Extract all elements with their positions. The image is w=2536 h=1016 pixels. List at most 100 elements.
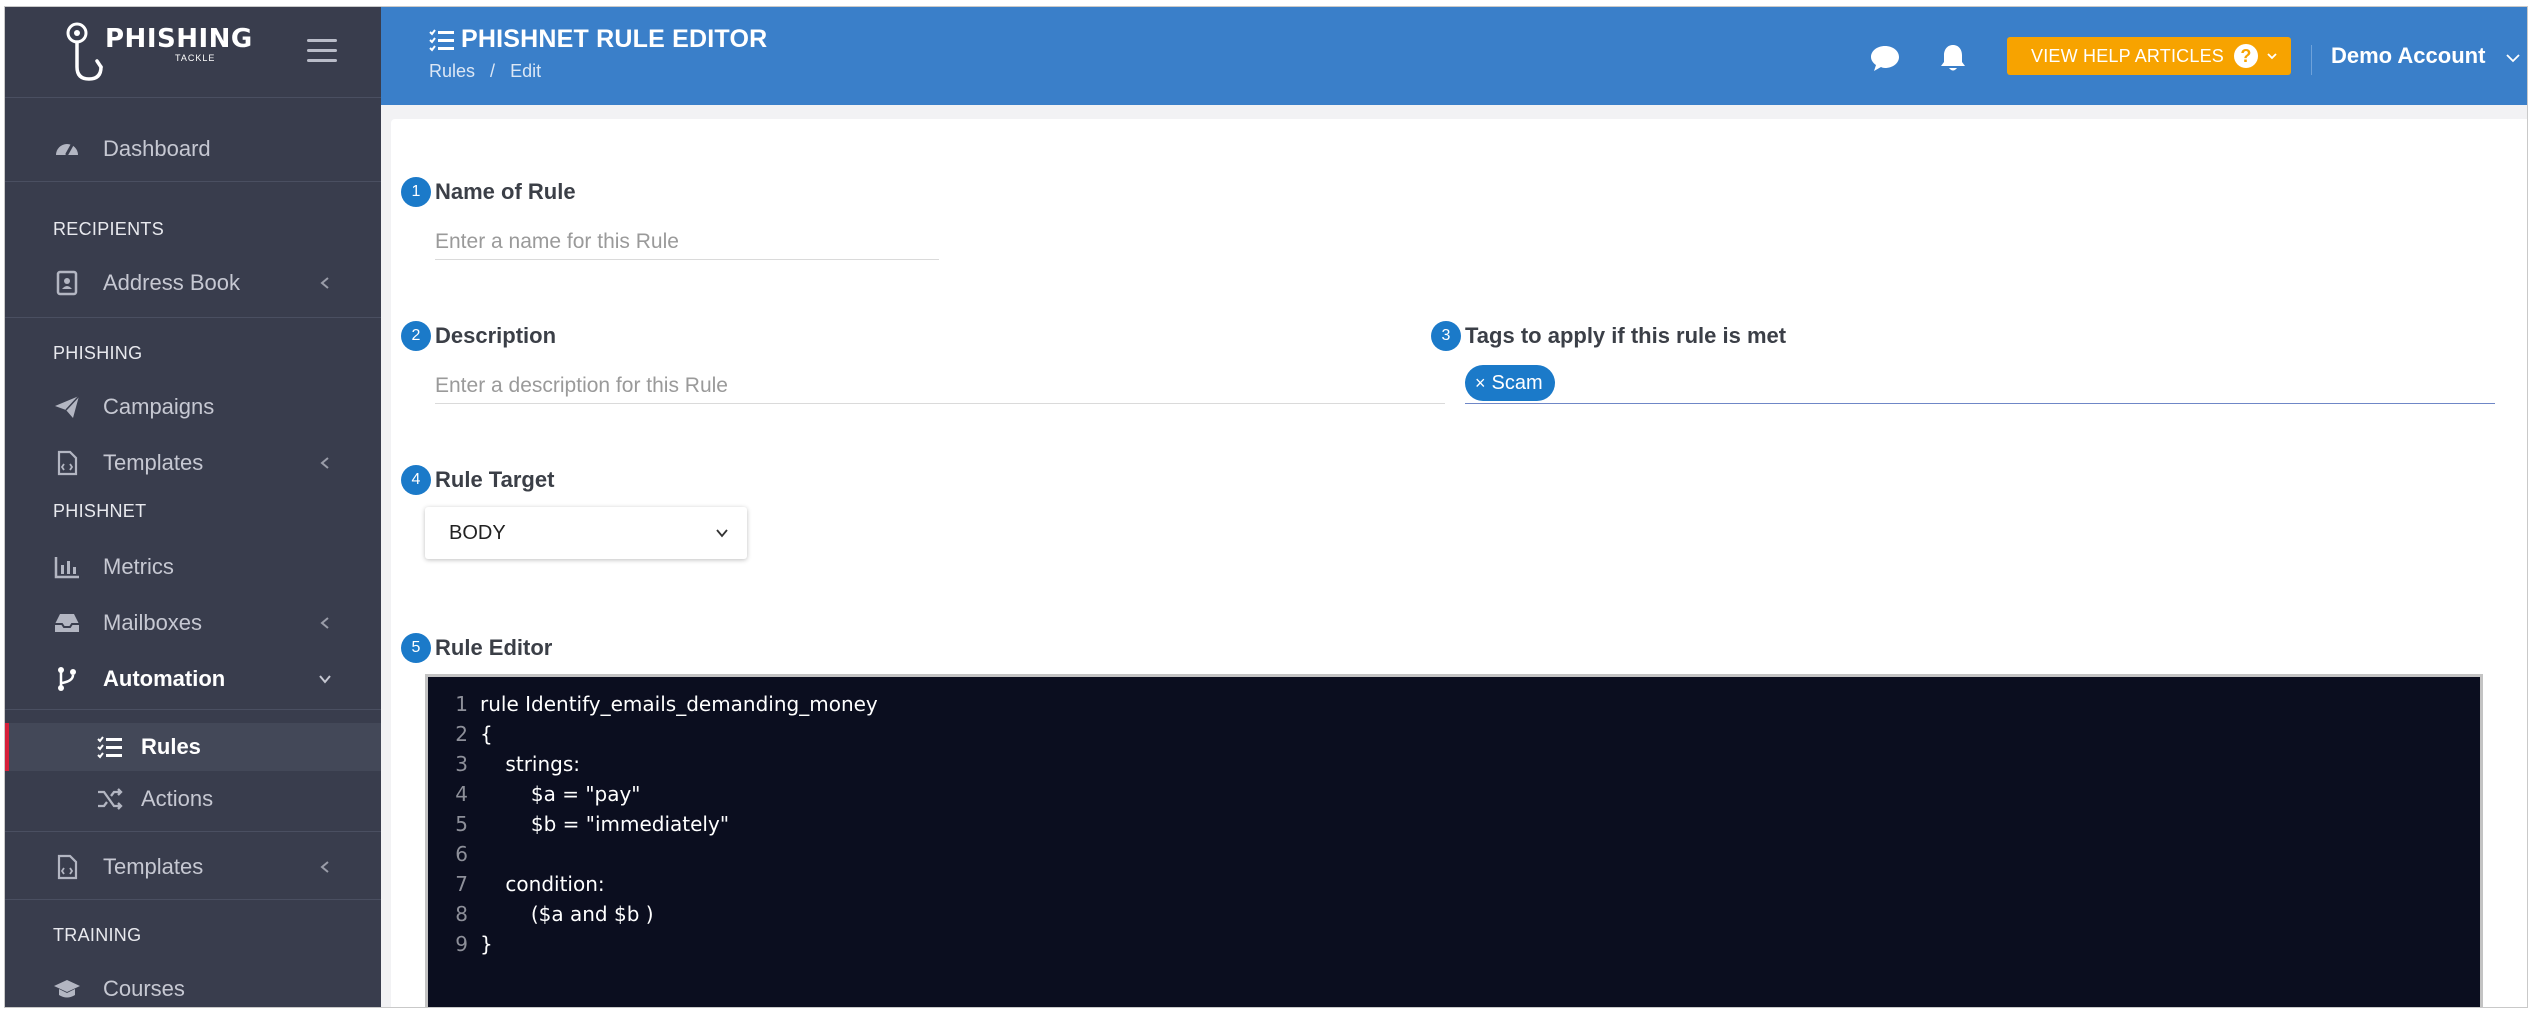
sidebar-item-label: Courses (103, 976, 185, 1001)
breadcrumb-edit: Edit (510, 61, 542, 81)
section-phishing: PHISHING (53, 343, 143, 363)
step-badge-5: 5 (401, 633, 431, 663)
file-code-icon (53, 449, 81, 477)
rule-target-select[interactable]: BODY (425, 507, 747, 559)
rule-name-input[interactable] (435, 225, 939, 260)
chevron-down-icon (319, 675, 331, 684)
sidebar-item-templates[interactable]: Templates (5, 437, 381, 489)
sidebar-item-actions[interactable]: Actions (5, 775, 381, 823)
paper-plane-icon (53, 393, 81, 421)
name-label: Name of Rule (435, 179, 576, 204)
brand: PHISHING TACKLE (5, 7, 381, 98)
divider (5, 181, 381, 182)
chevron-down-icon[interactable] (2505, 51, 2521, 65)
tags-input[interactable]: × Scam (1465, 365, 2495, 404)
description-input[interactable] (435, 369, 1445, 404)
brand-sub: TACKLE (175, 53, 216, 63)
section-training: TRAINING (53, 925, 142, 945)
tags-label: Tags to apply if this rule is met (1465, 323, 1787, 348)
step-badge-3: 3 (1431, 321, 1461, 351)
line-number: 7 (455, 872, 468, 896)
line-number: 4 (455, 782, 468, 806)
file-code-icon (53, 853, 81, 881)
sidebar-item-label: Templates (103, 854, 204, 879)
chevron-left-icon (320, 457, 329, 469)
chevron-left-icon (320, 861, 329, 873)
section-phishnet: PHISHNET (53, 501, 147, 521)
help-button-label: VIEW HELP ARTICLES (2031, 45, 2225, 66)
breadcrumb-rules[interactable]: Rules (429, 61, 475, 81)
remove-tag-icon[interactable]: × (1475, 373, 1486, 394)
sidebar-item-label: Campaigns (103, 394, 215, 419)
code-line: 9} (428, 929, 493, 959)
code-line: 3 strings: (428, 749, 580, 779)
chevron-left-icon (320, 617, 329, 629)
code-line: 7 condition: (428, 869, 605, 899)
code-line: 4 $a = "pay" (428, 779, 641, 809)
sidebar-item-label: Rules (141, 734, 201, 759)
list-check-icon (429, 28, 454, 52)
line-number: 3 (455, 752, 468, 776)
address-book-icon (53, 269, 81, 297)
sidebar-item-label: Automation (103, 666, 226, 691)
bell-icon[interactable] (1937, 43, 1969, 73)
sidebar-item-rules[interactable]: Rules (5, 723, 381, 771)
graduation-cap-icon (53, 975, 81, 1003)
bar-chart-icon (53, 553, 81, 581)
code-text: } (480, 932, 493, 956)
divider (5, 831, 381, 832)
chevron-left-icon (320, 277, 329, 289)
breadcrumb: Rules / Edit (429, 61, 551, 82)
sidebar-item-label: Metrics (103, 554, 174, 579)
line-number: 8 (455, 902, 468, 926)
code-text: rule Identify_emails_demanding_money (480, 692, 878, 716)
header-divider (2311, 45, 2312, 75)
sidebar-item-templates-2[interactable]: Templates (5, 841, 381, 893)
step-badge-2: 2 (401, 321, 431, 351)
rule-target-value: BODY (449, 521, 506, 544)
app-window: PHISHING TACKLE Dashboard RECIPIENTS Add… (4, 6, 2528, 1008)
chevron-down-icon (2267, 53, 2277, 60)
sidebar-item-automation[interactable]: Automation (5, 653, 381, 705)
line-number: 9 (455, 932, 468, 956)
sidebar-item-label: Actions (141, 786, 214, 811)
code-line: 1 rule Identify_emails_demanding_money (428, 689, 878, 719)
divider (5, 709, 381, 710)
sidebar-item-dashboard[interactable]: Dashboard (5, 123, 381, 175)
chat-bubble-icon[interactable] (1869, 43, 1901, 73)
step-badge-1: 1 (401, 177, 431, 207)
view-help-articles-button[interactable]: VIEW HELP ARTICLES ? (2007, 37, 2291, 75)
page-title: PHISHNET RULE EDITOR (429, 25, 767, 54)
inbox-icon (53, 609, 81, 637)
sidebar-item-mailboxes[interactable]: Mailboxes (5, 597, 381, 649)
code-text: { (480, 722, 493, 746)
step-badge-4: 4 (401, 465, 431, 495)
brand-name: PHISHING (105, 24, 253, 54)
sidebar-item-label: Templates (103, 450, 204, 475)
sidebar-item-courses[interactable]: Courses (5, 963, 381, 1007)
tag-label: Scam (1491, 371, 1543, 394)
code-branch-icon (53, 665, 81, 693)
page-title-text: PHISHNET RULE EDITOR (461, 25, 768, 53)
sidebar-item-label: Dashboard (103, 136, 211, 161)
sidebar-item-address-book[interactable]: Address Book (5, 257, 381, 309)
divider (5, 899, 381, 900)
tag-chip[interactable]: × Scam (1465, 365, 1555, 401)
sidebar-item-metrics[interactable]: Metrics (5, 541, 381, 593)
sidebar-item-campaigns[interactable]: Campaigns (5, 381, 381, 433)
code-text: $b = "immediately" (480, 812, 730, 836)
sidebar-item-label: Address Book (103, 270, 240, 295)
line-number: 2 (455, 722, 468, 746)
hamburger-menu-icon[interactable] (307, 39, 337, 63)
sidebar: PHISHING TACKLE Dashboard RECIPIENTS Add… (5, 7, 381, 1007)
divider (5, 317, 381, 318)
account-menu[interactable]: Demo Account (2331, 43, 2485, 69)
sidebar-item-label: Mailboxes (103, 610, 203, 635)
code-text: $a = "pay" (480, 782, 641, 806)
rule-code-editor[interactable]: 1 rule Identify_emails_demanding_money 2 {… (425, 674, 2483, 1007)
code-line: 8 ($a and $b ) (428, 899, 653, 929)
code-text: condition: (480, 872, 605, 896)
list-check-icon (97, 734, 123, 760)
code-line: 5 $b = "immediately" (428, 809, 729, 839)
chevron-down-icon (716, 529, 728, 538)
